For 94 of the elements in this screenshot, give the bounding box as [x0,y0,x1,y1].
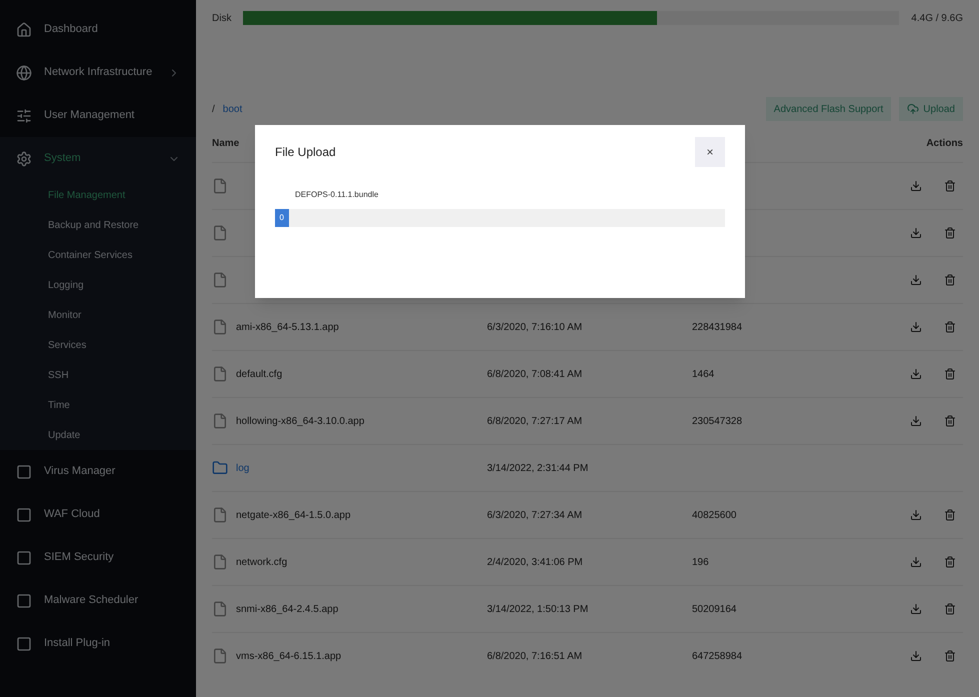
download-icon [910,415,922,427]
sidebar-item[interactable]: System [0,137,196,180]
file-icon [212,319,228,335]
modified-date: 6/3/2020, 7:16:10 AM [487,322,582,332]
close-button[interactable]: × [695,137,725,167]
file-icon [212,413,228,429]
breadcrumb-item: / [212,102,215,116]
folder-icon [212,460,228,476]
sidebar-item[interactable]: WAF Cloud [0,493,196,536]
file-name: netgate-x86_64-1.5.0.app [236,508,351,522]
trash-icon [944,556,956,568]
trash-icon [944,509,956,521]
trash-icon [944,415,956,427]
cloud-upload-icon [907,103,920,115]
sidebar-subitem[interactable]: Services [0,330,196,360]
square-icon [16,506,32,522]
column-header: Actions [925,136,963,150]
sidebar-subitem[interactable]: Backup and Restore [0,210,196,240]
trash-icon [944,180,956,192]
sidebar-subitem[interactable]: Logging [0,270,196,300]
trash-icon [944,321,956,333]
download-icon [910,227,922,239]
sliders-icon [16,108,32,124]
sidebar-subitem[interactable]: Time [0,390,196,420]
file-icon [212,554,228,570]
file-name: hollowing-x86_64-3.10.0.app [236,414,364,428]
download-icon [910,321,922,333]
download-icon [910,603,922,615]
modified-date: 6/8/2020, 7:08:41 AM [487,368,582,380]
download-icon [910,180,922,192]
square-icon [16,592,32,608]
file-icon [212,648,228,664]
file-name: network.cfg [236,556,288,570]
sidebar-item[interactable]: User Management [0,94,196,137]
download-icon [910,556,922,568]
sidebar-item[interactable]: SIEM Security [0,536,196,579]
download-icon [910,274,922,286]
column-header: Name [212,136,240,150]
square-icon [16,550,32,566]
folder-link[interactable]: log [236,460,250,476]
disk-usage-reading: 4.4G / 9.6G [911,12,963,26]
file-icon [212,366,228,382]
breadcrumb-item[interactable]: boot [222,102,242,116]
home-icon [16,22,32,38]
sidebar-item[interactable]: Malware Scheduler [0,579,196,622]
file-size: 196 [692,556,709,568]
upload-progress-fill: 0 [275,209,288,227]
trash-icon [944,368,956,380]
sidebar-item[interactable]: Network Infrastructure [0,51,196,94]
download-icon [910,650,922,662]
sidebar-subitem[interactable]: File Management [0,180,196,210]
file-icon [212,225,228,241]
trash-icon [944,650,956,662]
file-name: snmi-x86_64-2.4.5.app [236,602,338,616]
modified-date: 6/3/2020, 7:27:34 AM [487,510,582,520]
file-size: 230547328 [692,416,742,426]
sidebar-subitem[interactable]: Update [0,420,196,450]
sidebar-subitem[interactable]: SSH [0,360,196,390]
square-icon [16,464,32,480]
upload-file-name: DEFOPS-0.11.1.bundle [295,189,380,201]
trash-icon [944,274,956,286]
sidebar-subitem[interactable]: Monitor [0,300,196,330]
modified-date: 3/14/2022, 1:50:13 PM [487,604,588,614]
file-icon [212,272,228,288]
trash-icon [944,603,956,615]
dialog-title: File Upload [275,144,336,161]
modified-date: 3/14/2022, 2:31:44 PM [487,462,588,474]
file-icon [212,507,228,523]
gear-icon [16,150,32,166]
sidebar-item[interactable]: Dashboard [0,8,196,51]
upload-button[interactable]: Upload [899,97,963,121]
file-name: default.cfg [236,368,282,382]
modified-date: 2/4/2020, 3:41:06 PM [487,556,583,568]
file-size: 1464 [692,368,714,380]
sidebar-subitem[interactable]: Container Services [0,240,196,270]
file-size: 40825600 [692,510,736,520]
modified-date: 6/8/2020, 7:16:51 AM [487,650,582,662]
modified-date: 6/8/2020, 7:27:17 AM [487,416,582,426]
file-name: ami-x86_64-5.13.1.app [236,320,339,334]
globe-icon [16,64,32,80]
trash-icon [944,227,956,239]
file-size: 228431984 [692,322,742,332]
file-size: 50209164 [692,604,736,614]
square-icon [16,636,32,652]
sidebar-item[interactable]: Virus Manager [0,450,196,493]
file-size: 647258984 [692,650,742,662]
download-icon [910,509,922,521]
sidebar-item[interactable]: Install Plug-in [0,622,196,665]
download-icon [910,368,922,380]
disk-label: Disk [212,12,232,26]
file-name: vms-x86_64-6.15.1.app [236,650,342,664]
file-icon [212,178,228,194]
file-icon [212,601,228,617]
toolbar-button[interactable]: Advanced Flash Support [766,97,892,121]
